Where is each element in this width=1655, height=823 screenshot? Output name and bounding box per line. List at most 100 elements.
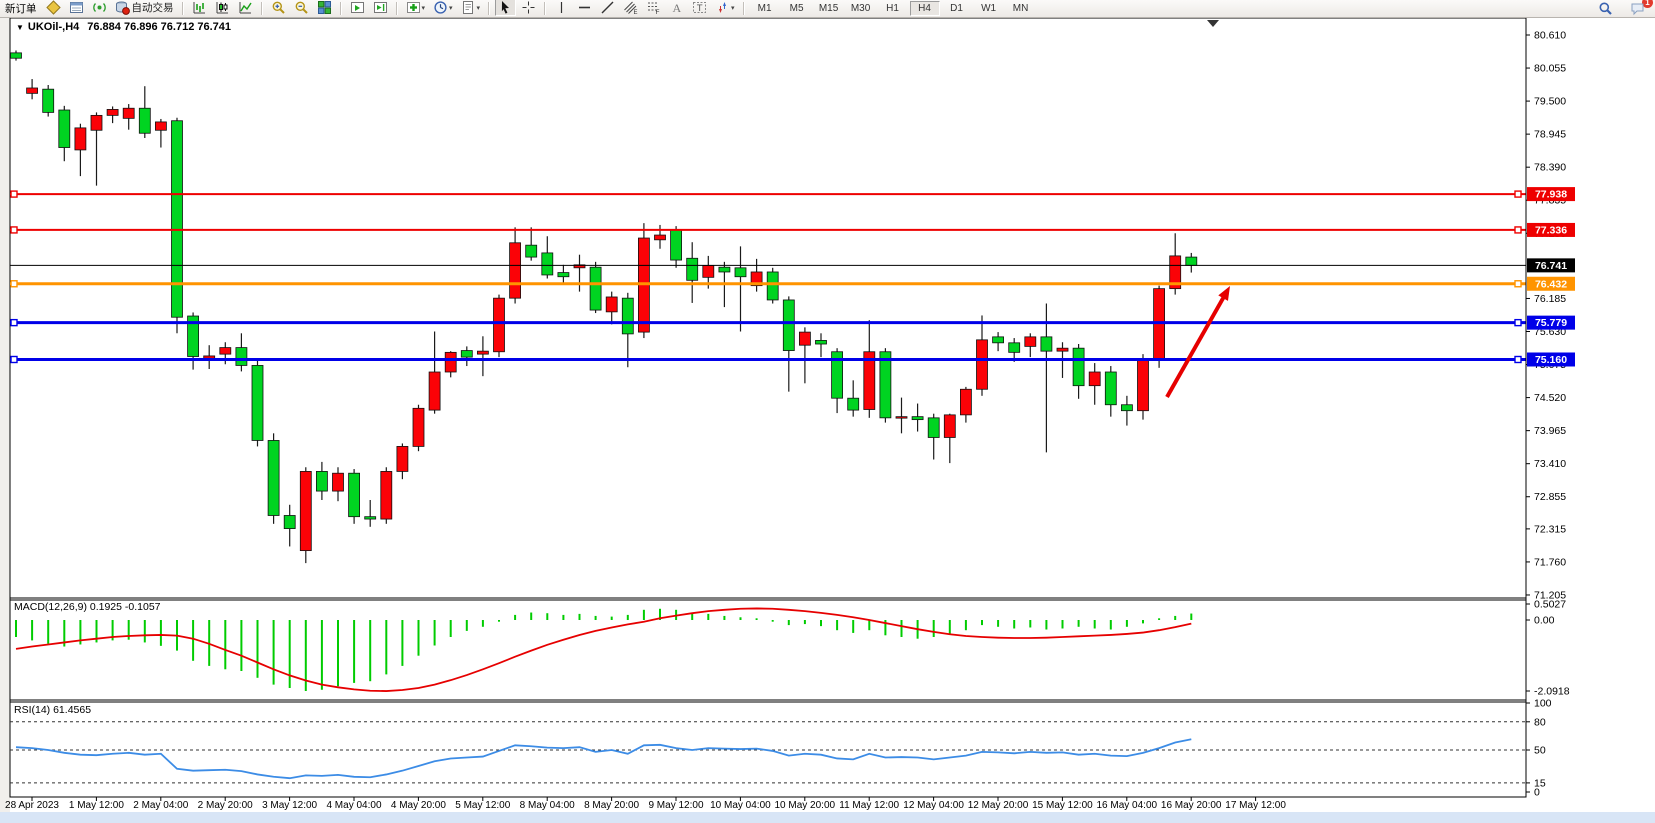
- timeframe-button-w1[interactable]: W1: [974, 1, 1004, 16]
- autotrading-label: 自动交易: [132, 0, 174, 15]
- navigator-icon[interactable]: [89, 0, 110, 16]
- symbol-menu-icon[interactable]: ▼: [16, 23, 24, 32]
- candle-body: [1154, 289, 1165, 360]
- candle-body: [719, 267, 730, 272]
- line-handle[interactable]: [11, 320, 17, 326]
- timeframe-button-m5[interactable]: M5: [782, 1, 812, 16]
- fibonacci-icon[interactable]: F: [643, 0, 664, 16]
- rsi-label: RSI(14) 61.4565: [14, 704, 91, 716]
- dropdown-arrow-icon[interactable]: ▾: [422, 4, 426, 12]
- price-tick-label: 78.945: [1534, 129, 1566, 141]
- candle-body: [123, 108, 134, 118]
- equidistant-channel-icon[interactable]: E: [620, 0, 641, 16]
- candle-body: [1089, 372, 1100, 386]
- zoom-in-icon[interactable]: [268, 0, 289, 16]
- price-badge-value: 76.432: [1535, 278, 1567, 290]
- timeframe-button-m15[interactable]: M15: [814, 1, 844, 16]
- line-handle[interactable]: [1515, 320, 1521, 326]
- chat-icon[interactable]: 1: [1627, 0, 1648, 17]
- symbol-label: UKOil-,H4: [28, 21, 79, 33]
- price-badge-value: 75.160: [1535, 354, 1567, 366]
- candle-body: [413, 408, 424, 446]
- market-watch-icon[interactable]: [66, 0, 87, 16]
- candle-body: [912, 417, 923, 420]
- periods-icon[interactable]: ▾: [430, 0, 456, 16]
- dropdown-arrow-icon[interactable]: ▾: [449, 4, 453, 12]
- line-handle[interactable]: [11, 191, 17, 197]
- line-chart-icon[interactable]: [235, 0, 256, 16]
- crosshair-icon[interactable]: [518, 0, 539, 16]
- candle-body: [606, 297, 617, 312]
- timeframe-button-d1[interactable]: D1: [942, 1, 972, 16]
- line-handle[interactable]: [11, 356, 17, 362]
- line-handle[interactable]: [1515, 356, 1521, 362]
- candle-body: [477, 351, 488, 354]
- line-handle[interactable]: [11, 281, 17, 287]
- vertical-line-icon[interactable]: [551, 0, 572, 16]
- time-tick-label: 16 May 20:00: [1161, 800, 1222, 811]
- ohlc-values: 76.884 76.896 76.712 76.741: [87, 21, 231, 33]
- candle-body: [558, 273, 569, 277]
- dropdown-arrow-icon[interactable]: ▾: [731, 4, 735, 12]
- line-handle[interactable]: [1515, 191, 1521, 197]
- candle-body: [349, 473, 360, 516]
- candle-body: [896, 417, 907, 419]
- indicators-icon[interactable]: ▾: [403, 0, 429, 16]
- time-tick-label: 4 May 04:00: [326, 800, 381, 811]
- toolbar: 新订单 自动交易 ▾ ▾ ▾ E FAT ▾ M1M5M15M30H1H4D1W1MN 1: [0, 0, 1655, 18]
- timeframe-button-m30[interactable]: M30: [846, 1, 876, 16]
- price-tick-label: 78.390: [1534, 162, 1566, 174]
- templates-icon[interactable]: ▾: [458, 0, 484, 16]
- cursor-icon[interactable]: [495, 0, 516, 16]
- candle-body: [75, 128, 86, 150]
- bar-chart-icon[interactable]: [189, 0, 210, 16]
- timeframe-button-mn[interactable]: MN: [1006, 1, 1036, 16]
- new-order-button[interactable]: 新订单: [0, 1, 42, 16]
- candle-body: [735, 268, 746, 277]
- timeframe-button-h4[interactable]: H4: [910, 1, 940, 16]
- chart-canvas[interactable]: 80.61080.05579.50078.94578.39077.83577.2…: [0, 0, 1655, 823]
- line-handle[interactable]: [1515, 227, 1521, 233]
- candle-body: [220, 348, 231, 355]
- toolbar-separator: [182, 2, 184, 15]
- price-tick-label: 80.055: [1534, 63, 1566, 75]
- trendline-icon[interactable]: [597, 0, 618, 16]
- time-tick-label: 17 May 12:00: [1225, 800, 1286, 811]
- macd-axis-label: 0.5027: [1534, 599, 1566, 611]
- time-tick-label: 16 May 04:00: [1096, 800, 1157, 811]
- price-tick-label: 73.410: [1534, 458, 1566, 470]
- timeframe-button-h1[interactable]: H1: [878, 1, 908, 16]
- search-icon[interactable]: [1595, 0, 1616, 17]
- time-tick-label: 8 May 20:00: [584, 800, 639, 811]
- time-tick-label: 2 May 20:00: [198, 800, 253, 811]
- svg-text:T: T: [697, 3, 703, 14]
- candle-body: [590, 267, 601, 310]
- text-label-icon[interactable]: T: [689, 0, 710, 16]
- dropdown-arrow-icon[interactable]: ▾: [477, 4, 481, 12]
- candlestick-chart-icon[interactable]: [212, 0, 233, 16]
- candle-body: [671, 230, 682, 260]
- chart-shift-icon[interactable]: [370, 0, 391, 16]
- candle-body: [43, 89, 54, 112]
- rsi-axis-label: 80: [1534, 716, 1546, 728]
- rsi-axis-label: 50: [1534, 745, 1546, 757]
- svg-text:F: F: [656, 9, 660, 15]
- candle-body: [848, 398, 859, 410]
- horizontal-line-icon[interactable]: [574, 0, 595, 16]
- arrows-icon[interactable]: ▾: [712, 0, 738, 16]
- timeframe-button-m1[interactable]: M1: [750, 1, 780, 16]
- line-handle[interactable]: [11, 227, 17, 233]
- line-handle[interactable]: [1515, 281, 1521, 287]
- toolbar-separator: [261, 2, 263, 15]
- price-tick-label: 71.760: [1534, 556, 1566, 568]
- autotrading-icon[interactable]: 自动交易: [112, 0, 177, 16]
- tile-windows-icon[interactable]: [314, 0, 335, 16]
- candle-body: [494, 298, 505, 352]
- chart-profile-icon[interactable]: [43, 0, 64, 16]
- auto-scroll-icon[interactable]: [347, 0, 368, 16]
- candle-body: [59, 110, 70, 148]
- zoom-out-icon[interactable]: [291, 0, 312, 16]
- text-icon[interactable]: A: [666, 0, 687, 16]
- price-badge-value: 76.741: [1535, 260, 1567, 272]
- rsi-axis-label: 100: [1534, 698, 1552, 710]
